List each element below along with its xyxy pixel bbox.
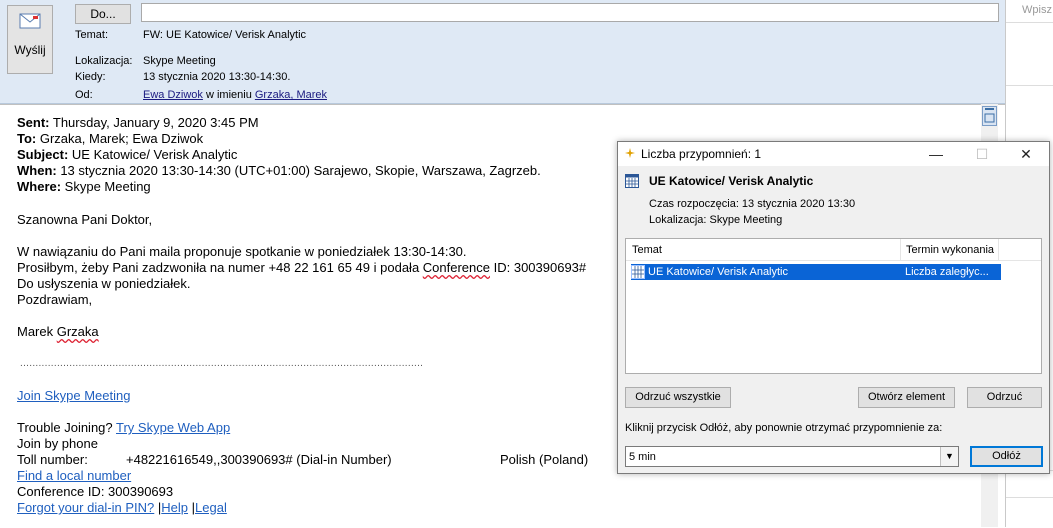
line2-end: ID: 300390693# bbox=[490, 260, 587, 275]
web-app-link[interactable]: Try Skype Web App bbox=[116, 420, 230, 435]
column-subject[interactable]: Temat bbox=[632, 244, 662, 256]
local-number-link[interactable]: Find a local number bbox=[17, 468, 131, 483]
row-subject: UE Katowice/ Verisk Analytic bbox=[648, 266, 789, 278]
snooze-prompt: Kliknij przycisk Odłóż, aby ponownie otr… bbox=[625, 422, 943, 434]
reading-pane-icon[interactable] bbox=[982, 106, 997, 126]
from-label: Od: bbox=[75, 89, 93, 101]
sent-label: Sent: bbox=[17, 115, 50, 130]
pipe-separator: | bbox=[188, 500, 196, 515]
where-line: Where: Skype Meeting bbox=[17, 179, 151, 194]
signature-last: Grzaka bbox=[56, 324, 99, 339]
when-value: 13 stycznia 2020 13:30-14:30. bbox=[143, 71, 291, 83]
row-due: Liczba zaległyc... bbox=[905, 266, 989, 278]
subject-value: FW: UE Katowice/ Verisk Analytic bbox=[143, 29, 307, 41]
body-line-3: Do usłyszenia w poniedziałek. bbox=[17, 276, 191, 291]
from-sender-link[interactable]: Ewa Dziwok bbox=[143, 89, 203, 101]
join-phone: Join by phone bbox=[17, 436, 98, 451]
reminder-list: Temat Termin wykonania UE Katowice/ Veri… bbox=[625, 238, 1042, 374]
conference-id: Conference ID: 300390693 bbox=[17, 484, 174, 499]
body-line-4: Pozdrawiam, bbox=[17, 292, 93, 307]
list-row[interactable]: UE Katowice/ Verisk Analytic Liczba zale… bbox=[631, 264, 1001, 280]
legal-link[interactable]: Legal bbox=[195, 500, 227, 515]
from-value: Ewa Dziwok w imieniu Grzaka, Marek bbox=[143, 89, 327, 101]
snooze-value: 5 min bbox=[629, 451, 656, 463]
to-value: Grzaka, Marek; Ewa Dziwok bbox=[36, 131, 204, 146]
location-value: Skype Meeting bbox=[143, 55, 216, 67]
body-line-1: W nawiązaniu do Pani maila proponuje spo… bbox=[17, 244, 467, 259]
trouble-text: Trouble Joining? bbox=[17, 420, 117, 435]
to-label: To: bbox=[17, 131, 37, 146]
body-subject-label: Subject: bbox=[17, 147, 69, 162]
location-label: Lokalizacja: bbox=[75, 55, 133, 67]
list-header: Temat Termin wykonania bbox=[626, 239, 1041, 261]
dialog-title: Liczba przypomnień: 1 bbox=[641, 147, 762, 161]
signature: Marek Grzaka bbox=[17, 324, 99, 339]
search-input[interactable]: Wpisz bbox=[1006, 0, 1053, 20]
dismiss-button[interactable]: Odrzuć bbox=[967, 387, 1042, 408]
body-when-label: When: bbox=[17, 163, 57, 178]
send-button[interactable]: Wyślij bbox=[7, 5, 53, 74]
trouble-line: Trouble Joining? Try Skype Web App bbox=[17, 420, 230, 435]
line2-start: Prosiłbym, żeby Pani zadzwoniła na numer… bbox=[17, 260, 423, 275]
signature-first: Marek bbox=[17, 324, 57, 339]
help-link[interactable]: Help bbox=[161, 500, 188, 515]
to-field[interactable] bbox=[141, 3, 999, 22]
chevron-down-icon[interactable]: ▼ bbox=[940, 447, 958, 466]
reminder-location: Lokalizacja: Skype Meeting bbox=[649, 214, 783, 226]
start-time: Czas rozpoczęcia: 13 stycznia 2020 13:30 bbox=[649, 198, 856, 210]
body-when-value: 13 stycznia 2020 13:30-14:30 (UTC+01:00)… bbox=[56, 163, 541, 178]
to-button[interactable]: Do... bbox=[75, 4, 131, 24]
reminder-dialog: Liczba przypomnień: 1 — ☐ ✕ UE Katowice/… bbox=[617, 141, 1050, 474]
toll-number: +48221616549,,300390693# (Dial-in Number… bbox=[126, 452, 392, 467]
sent-value: Thursday, January 9, 2020 3:45 PM bbox=[49, 115, 259, 130]
subject-line: Subject: UE Katowice/ Verisk Analytic bbox=[17, 147, 237, 162]
from-middle: w imieniu bbox=[202, 89, 255, 101]
close-button[interactable]: ✕ bbox=[1003, 142, 1049, 166]
snooze-select[interactable]: 5 min ▼ bbox=[625, 446, 959, 467]
column-due[interactable]: Termin wykonania bbox=[906, 244, 994, 256]
from-owner-link[interactable]: Grzaka, Marek bbox=[255, 89, 327, 101]
open-item-button[interactable]: Otwórz element bbox=[858, 387, 955, 408]
greeting: Szanowna Pani Doktor, bbox=[17, 212, 153, 227]
maximize-button[interactable]: ☐ bbox=[959, 142, 1005, 166]
calendar-icon bbox=[625, 174, 639, 188]
reminder-item-title: UE Katowice/ Verisk Analytic bbox=[649, 174, 814, 188]
line2-conference: Conference bbox=[422, 260, 490, 275]
envelope-icon bbox=[19, 13, 41, 29]
join-skype-link[interactable]: Join Skype Meeting bbox=[17, 388, 130, 403]
message-header: Wyślij Do... Temat: FW: UE Katowice/ Ver… bbox=[0, 0, 1005, 104]
when-line: When: 13 stycznia 2020 13:30-14:30 (UTC+… bbox=[17, 163, 541, 178]
send-label: Wyślij bbox=[14, 43, 46, 57]
calendar-icon bbox=[631, 265, 645, 279]
body-line-2: Prosiłbym, żeby Pani zadzwoniła na numer… bbox=[17, 260, 586, 275]
dialog-titlebar: Liczba przypomnień: 1 — ☐ ✕ bbox=[618, 142, 1049, 166]
separator-line: ........................................… bbox=[20, 358, 424, 369]
toll-language: Polish (Poland) bbox=[500, 452, 589, 467]
minimize-button[interactable]: — bbox=[913, 142, 959, 166]
forgot-pin-link[interactable]: Forgot your dial-in PIN? bbox=[17, 500, 154, 515]
to-line: To: Grzaka, Marek; Ewa Dziwok bbox=[17, 131, 203, 146]
sent-line: Sent: Thursday, January 9, 2020 3:45 PM bbox=[17, 115, 259, 130]
bell-icon bbox=[625, 148, 635, 158]
toll-label: Toll number: bbox=[17, 452, 88, 467]
body-subject-value: UE Katowice/ Verisk Analytic bbox=[68, 147, 238, 162]
body-where-value: Skype Meeting bbox=[61, 179, 151, 194]
dismiss-all-button[interactable]: Odrzuć wszystkie bbox=[625, 387, 731, 408]
snooze-button[interactable]: Odłóż bbox=[970, 446, 1043, 467]
when-label: Kiedy: bbox=[75, 71, 106, 83]
footer-links: Forgot your dial-in PIN? |Help |Legal bbox=[17, 500, 227, 515]
subject-label: Temat: bbox=[75, 29, 109, 41]
body-where-label: Where: bbox=[17, 179, 62, 194]
